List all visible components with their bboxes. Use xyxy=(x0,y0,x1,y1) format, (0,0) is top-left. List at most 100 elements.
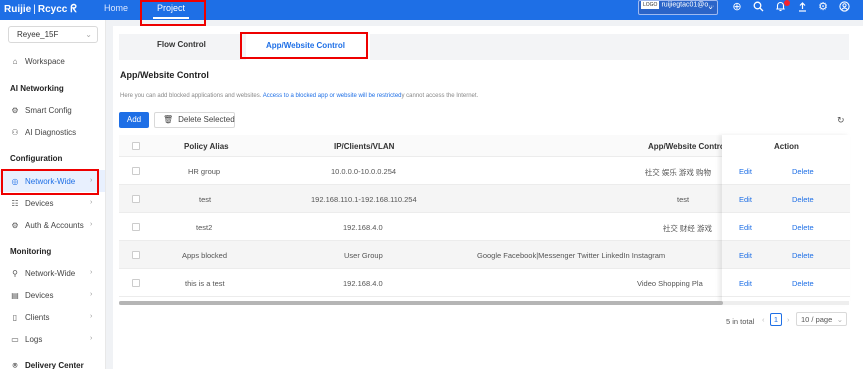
chevron-down-icon: ⌄ xyxy=(836,315,843,324)
chevron-right-icon: › xyxy=(90,313,93,320)
delete-link[interactable]: Delete xyxy=(792,279,814,288)
horizontal-scrollbar[interactable] xyxy=(119,301,849,305)
main-panel: Flow Control App/Website Control App/Web… xyxy=(113,26,863,369)
top-bar: Ruijie | Rcycc ᖇ Home Project LOGO ruijiegta… xyxy=(0,0,863,20)
highlight-app-website-tab xyxy=(240,32,368,59)
home-icon: ⌂ xyxy=(12,57,18,66)
edit-link[interactable]: Edit xyxy=(739,167,752,176)
trash-icon: 🗑 xyxy=(163,115,174,124)
logo-brand-text: Ruijie xyxy=(4,4,32,15)
notification-badge xyxy=(784,0,790,6)
action-cell: Edit Delete xyxy=(722,157,850,185)
diagnostics-icon: ⚇ xyxy=(11,128,19,137)
policy-table: Policy Alias IP/Clients/VLAN App/Website… xyxy=(119,135,850,303)
account-logo: LOGO xyxy=(641,1,660,9)
sidebar-item-monitoring-devices[interactable]: ▤ Devices › xyxy=(10,291,92,300)
chevron-left-icon[interactable]: ‹ xyxy=(762,315,765,324)
delete-link[interactable]: Delete xyxy=(792,167,814,176)
action-cell: Edit Delete xyxy=(722,269,850,297)
sidebar-item-logs[interactable]: ▭ Logs › xyxy=(10,335,92,344)
row-checkbox[interactable] xyxy=(132,223,140,231)
site-name: Reyee_15F xyxy=(17,30,59,39)
brand-logo[interactable]: Ruijie | Rcycc ᖇ xyxy=(4,3,77,16)
pagination-total: 5 in total xyxy=(726,317,755,326)
cell-apps: test xyxy=(677,195,690,204)
chevron-right-icon: › xyxy=(90,291,93,298)
nav-home[interactable]: Home xyxy=(104,3,128,13)
delete-link[interactable]: Delete xyxy=(792,251,814,260)
page-number-current[interactable]: 1 xyxy=(770,313,782,326)
auth-icon: ⚙ xyxy=(11,221,19,230)
cell-target: User Group xyxy=(344,251,383,260)
row-checkbox[interactable] xyxy=(132,167,140,175)
action-cell: Edit Delete xyxy=(722,185,850,213)
clients-icon: ▯ xyxy=(12,313,18,322)
column-action: Action xyxy=(774,142,799,151)
highlight-network-wide xyxy=(1,169,99,195)
logo-product-text: Rcycc xyxy=(37,4,68,15)
sidebar-item-auth-accounts[interactable]: ⚙ Auth & Accounts › xyxy=(10,221,92,230)
sidebar-item-monitoring-network-wide[interactable]: ⚲ Network-Wide › xyxy=(10,269,92,278)
tab-flow-control[interactable]: Flow Control xyxy=(157,40,206,49)
sidebar-item-workspace[interactable]: ⌂ Workspace xyxy=(10,57,65,66)
sidebar-item-clients[interactable]: ▯ Clients › xyxy=(10,313,93,322)
devices-icon: ▤ xyxy=(11,291,19,300)
cell-target: 10.0.0.0-10.0.0.254 xyxy=(331,167,397,176)
sidebar-item-ai-diagnostics[interactable]: ⚇ AI Diagnostics xyxy=(10,128,76,137)
cell-policy-alias: test xyxy=(199,195,212,204)
delete-link[interactable]: Delete xyxy=(792,223,814,232)
sidebar-heading-ai-networking: AI Networking xyxy=(10,84,64,93)
site-selector[interactable]: Reyee_15F ⌄ xyxy=(8,26,98,43)
devices-icon: ☷ xyxy=(11,199,19,208)
page-size-select[interactable]: 10 / page ⌄ xyxy=(796,312,847,326)
page-size-value: 10 / page xyxy=(801,315,833,324)
cell-apps: Video Shopping Pla xyxy=(637,279,703,288)
chevron-right-icon: › xyxy=(90,269,93,276)
cell-policy-alias: this is a test xyxy=(185,279,225,288)
description-link[interactable]: Access to a blocked app or website will … xyxy=(263,93,402,99)
row-checkbox[interactable] xyxy=(132,251,140,259)
delete-selected-button[interactable]: 🗑 Delete Selected xyxy=(154,112,235,128)
column-target: IP/Clients/VLAN xyxy=(334,142,395,151)
row-checkbox[interactable] xyxy=(132,279,140,287)
search-icon[interactable] xyxy=(752,1,764,13)
logo-mark-icon: ᖇ xyxy=(70,3,77,15)
cell-policy-alias: test2 xyxy=(196,223,213,232)
edit-link[interactable]: Edit xyxy=(739,279,752,288)
cell-target: 192.168.4.0 xyxy=(343,279,383,288)
sidebar-heading-configuration: Configuration xyxy=(10,154,63,163)
cell-apps: Google Facebook|Messenger Twitter Linked… xyxy=(477,251,666,260)
logs-icon: ▭ xyxy=(11,335,19,344)
add-circle-icon[interactable]: ⊕ xyxy=(731,1,743,13)
cell-apps: 社交 财经 游戏 xyxy=(662,224,712,233)
smart-config-icon: ⚙ xyxy=(11,106,19,115)
action-cell: Edit Delete xyxy=(722,241,850,269)
delete-link[interactable]: Delete xyxy=(792,195,814,204)
user-icon[interactable] xyxy=(838,1,850,13)
chevron-down-icon: ⌄ xyxy=(707,2,714,11)
select-all-checkbox[interactable] xyxy=(132,142,140,150)
action-column: Action Edit Delete Edit Delete Edit Dele… xyxy=(722,135,850,303)
refresh-icon[interactable]: ↻ xyxy=(837,115,845,126)
row-checkbox[interactable] xyxy=(132,195,140,203)
column-policy-alias: Policy Alias xyxy=(184,142,229,151)
cell-policy-alias: HR group xyxy=(188,167,221,176)
chevron-down-icon: ⌄ xyxy=(85,30,92,39)
edit-link[interactable]: Edit xyxy=(739,251,752,260)
settings-icon[interactable]: ⚙ xyxy=(817,1,829,13)
sidebar-item-smart-config[interactable]: ⚙ Smart Config xyxy=(10,106,71,115)
cell-apps: 社交 娱乐 游戏 购物 xyxy=(644,168,711,177)
account-selector[interactable]: LOGO ruijiegtac01@o... ⌄ xyxy=(638,0,718,15)
sidebar-heading-delivery-center[interactable]: ⌾ Delivery Center xyxy=(10,361,84,369)
edit-link[interactable]: Edit xyxy=(739,195,752,204)
tab-bar: Flow Control App/Website Control xyxy=(119,34,849,60)
chevron-right-icon: › xyxy=(90,335,93,342)
sidebar-heading-monitoring: Monitoring xyxy=(10,247,52,256)
chevron-right-icon[interactable]: › xyxy=(787,315,790,324)
sidebar-item-devices[interactable]: ☷ Devices › xyxy=(10,199,92,208)
upload-icon[interactable] xyxy=(796,1,808,13)
scrollbar-thumb[interactable] xyxy=(119,301,723,305)
delivery-icon: ⌾ xyxy=(12,361,18,369)
add-button[interactable]: Add xyxy=(119,112,149,128)
edit-link[interactable]: Edit xyxy=(739,223,752,232)
